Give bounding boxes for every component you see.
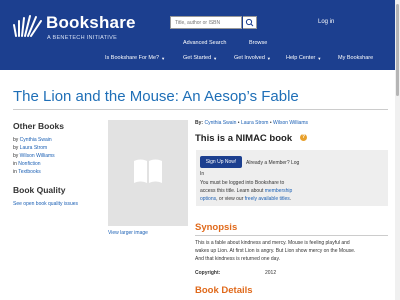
other-books-heading: Other Books [13,121,65,131]
author-link-cynthia-swain[interactable]: Cynthia Swain [20,137,52,143]
nav-my-bookshare[interactable]: My Bookshare [338,55,373,61]
divider [195,235,388,236]
notice-text: You must be logged into Bookshare to [200,180,285,186]
category-link-nonfiction[interactable]: Nonfiction [18,161,40,167]
access-notice: Sign Up Now! Already a Member? Log In Yo… [196,150,388,206]
notice-text-line3: options, or view our freely available ti… [200,196,291,202]
chevron-down-icon: ▼ [161,55,166,61]
login-link[interactable]: Log in [318,19,334,25]
item-prefix: by [13,153,20,159]
page-scrollbar[interactable] [395,0,400,300]
nav-get-started[interactable]: Get Started ▼ [183,55,217,61]
site-header: Bookshare A BENETECH INITIATIVE Log in A… [0,0,400,70]
synopsis-heading: Synopsis [195,222,238,233]
nav-label: My Bookshare [338,55,374,61]
byline-author-link[interactable]: Laura Strom [241,120,269,126]
browse-link[interactable]: Browse [249,40,267,46]
book-icon [134,159,162,183]
nav-label: Get Involved [234,55,265,61]
notice-text: , or view our [216,196,245,202]
already-member-text: Already a Member? [246,160,290,166]
scrollbar-thumb[interactable] [396,4,399,96]
log-in-link[interactable]: Log [291,160,299,166]
synopsis-text: And that kindness is returned one day. [195,256,280,262]
other-books-item: in Nonfiction [13,161,41,167]
search-icon [245,18,254,27]
search-input[interactable] [170,16,242,29]
sign-up-button[interactable]: Sign Up Now! [200,156,242,168]
search-button[interactable] [243,16,257,29]
nav-help-center[interactable]: Help Center ▼ [286,55,321,61]
byline-author-link[interactable]: Cynthia Swain [204,120,236,126]
item-prefix: by [13,137,20,143]
byline-author-link[interactable]: Wilson Williams [273,120,308,126]
membership-link[interactable]: membership [265,188,293,194]
book-cover-placeholder[interactable] [108,120,188,226]
notice-text-line2: access this title. Learn about membershi… [200,188,292,194]
help-icon[interactable]: ? [300,134,307,141]
author-byline: By: Cynthia Swain • Laura Strom • Wilson… [195,120,308,126]
chevron-down-icon: ▼ [213,55,218,61]
nav-is-bookshare-for-me[interactable]: Is Bookshare For Me? ▼ [105,55,165,61]
logo-rays-icon [13,15,42,37]
notice-text: access this title. Learn about [200,188,265,194]
category-link-textbooks[interactable]: Textbooks [18,169,41,175]
page-title: The Lion and the Mouse: An Aesop’s Fable [13,88,299,105]
copyright-value: 2012 [265,270,277,276]
item-prefix: by [13,145,20,151]
other-books-item: by Wilson Williams [13,153,55,159]
synopsis-text: wakes up Lion. At first Lion is angry. B… [195,248,356,254]
chevron-down-icon: ▼ [266,55,271,61]
logo-title: Bookshare [46,13,136,32]
author-link-wilson-williams[interactable]: Wilson Williams [20,153,55,159]
book-quality-heading: Book Quality [13,185,66,195]
nimac-heading: This is a NIMAC book [195,133,293,144]
advanced-search-link[interactable]: Advanced Search [183,40,226,46]
other-books-item: by Laura Strom [13,145,47,151]
quality-issues-link[interactable]: See open book quality issues [13,201,78,207]
membership-options-link[interactable]: options [200,196,216,202]
nav-get-involved[interactable]: Get Involved ▼ [234,55,271,61]
notice-text: . [289,196,292,202]
other-books-item: by Cynthia Swain [13,137,52,143]
chevron-down-icon: ▼ [317,55,322,61]
free-titles-link[interactable]: freely available titles [245,196,290,202]
synopsis-text: This is a fable about kindness and mercy… [195,240,350,246]
by-label: By: [195,120,204,126]
other-books-item: in Textbooks [13,169,41,175]
copyright-label: Copyright: [195,270,221,276]
nav-label: Get Started [183,55,212,61]
main-nav: Is Bookshare For Me? ▼ Get Started ▼ Get I… [0,55,400,67]
book-quality-item: See open book quality issues [13,201,78,207]
logo-subtitle: A BENETECH INITIATIVE [47,35,118,41]
nav-label: Is Bookshare For Me? [105,55,160,61]
view-larger-image-link[interactable]: View larger image [108,230,148,236]
bookshare-logo[interactable]: Bookshare A BENETECH INITIATIVE [10,8,135,42]
author-link-laura-strom[interactable]: Laura Strom [20,145,48,151]
nav-label: Help Center [286,55,316,61]
book-details-heading: Book Details [195,285,253,296]
log-in-link-wrap[interactable]: In [200,171,204,177]
divider [13,109,388,110]
